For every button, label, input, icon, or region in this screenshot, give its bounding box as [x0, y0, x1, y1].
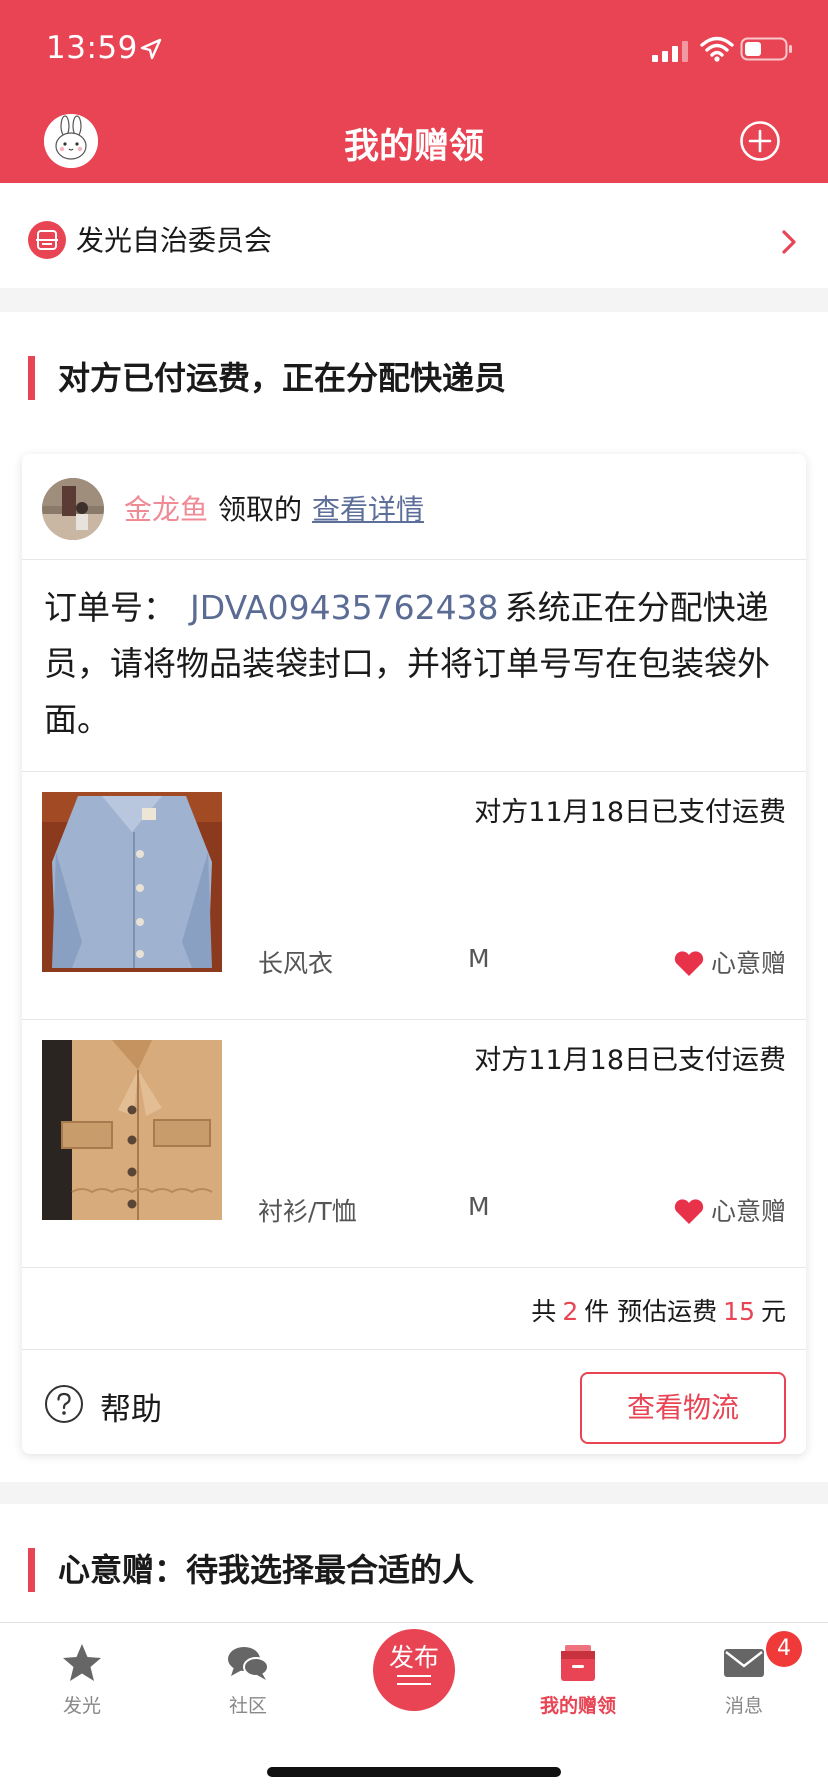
- taker-photo: [42, 478, 104, 540]
- location-arrow-icon: [140, 38, 162, 60]
- order-section: 对方已付运费，正在分配快递员 金龙鱼 领取的 查看详情 订单号： JDVA094357…: [0, 312, 828, 1482]
- coat-photo: [42, 792, 222, 972]
- add-circle-icon[interactable]: [739, 120, 781, 162]
- cellular-signal-icon: [652, 41, 688, 62]
- unread-badge: 4: [766, 1631, 802, 1667]
- heart-icon: [674, 1199, 704, 1224]
- item-size: M: [468, 1192, 490, 1221]
- item-tag: 心意赠: [673, 1192, 786, 1228]
- item-name: 衬衫/T恤: [258, 1197, 357, 1226]
- publish-icon: [397, 1675, 431, 1685]
- section-title: 心意赠：待我选择最合适的人: [58, 1551, 475, 1589]
- order-number: JDVA09435762438: [190, 588, 499, 627]
- taker-verb: 领取的: [218, 493, 303, 526]
- order-info: 订单号： JDVA09435762438 系统正在分配快递员，请将物品装袋封口，并将…: [22, 560, 806, 772]
- page-title: 我的赠领: [343, 127, 484, 167]
- tab-label: 我的赠领: [539, 1695, 616, 1717]
- item-tag: 心意赠: [673, 944, 786, 980]
- card-actions: 帮助 查看物流: [22, 1350, 806, 1454]
- item-status: 对方11月18日已支付运费: [474, 797, 786, 828]
- tab-bar: 发光 社区 发布 我的赠领 4 消息: [0, 1622, 828, 1792]
- battery-icon: [740, 37, 792, 61]
- tab-messages[interactable]: 4 消息: [684, 1631, 804, 1718]
- help-icon[interactable]: [44, 1384, 84, 1424]
- home-indicator: [267, 1767, 561, 1777]
- item-status: 对方11月18日已支付运费: [474, 1045, 786, 1076]
- tab-home[interactable]: 发光: [22, 1641, 142, 1718]
- list-item[interactable]: 对方11月18日已支付运费 长风衣 M 心意赠: [22, 772, 806, 1020]
- gift-box-icon: [561, 1645, 595, 1681]
- order-summary: 共2件 预估运费 15 元: [22, 1268, 806, 1350]
- tab-label: 发光: [62, 1695, 101, 1717]
- order-label: 订单号：: [44, 588, 176, 627]
- status-time: 13:59: [46, 30, 138, 66]
- tab-my-gifts[interactable]: 我的赠领: [518, 1641, 638, 1718]
- section-title: 对方已付运费，正在分配快递员: [58, 359, 507, 397]
- taker-line: 金龙鱼 领取的 查看详情: [124, 488, 424, 528]
- mail-icon: [724, 1649, 764, 1677]
- shirt-photo: [42, 1040, 222, 1220]
- star-icon: [63, 1644, 101, 1681]
- summary-fee-unit: 元: [760, 1297, 786, 1326]
- help-label[interactable]: 帮助: [100, 1384, 162, 1429]
- view-details-link[interactable]: 查看详情: [312, 493, 424, 526]
- app-header: 13:59 我的赠领: [0, 0, 828, 183]
- chevron-right-icon: [782, 230, 796, 254]
- item-tag-label: 心意赠: [710, 1197, 786, 1226]
- pending-section: 心意赠：待我选择最合适的人: [0, 1504, 828, 1624]
- org-name: 发光自治委员会: [76, 224, 273, 257]
- shipping-fee: 15: [723, 1297, 755, 1326]
- publish-label: 发布: [388, 1643, 439, 1672]
- order-card: 金龙鱼 领取的 查看详情 订单号： JDVA09435762438 系统正在分配快递员，…: [22, 454, 806, 1454]
- publish-button[interactable]: 发布: [373, 1629, 455, 1711]
- tab-label: 消息: [724, 1695, 763, 1717]
- org-row[interactable]: 发光自治委员会: [0, 183, 828, 288]
- heart-icon: [674, 951, 704, 976]
- wifi-icon: [700, 36, 734, 62]
- tab-community[interactable]: 社区: [188, 1641, 308, 1718]
- order-text: 订单号： JDVA09435762438 系统正在分配快递员，请将物品装袋封口，并将…: [44, 580, 794, 748]
- item-photo[interactable]: [42, 1040, 222, 1220]
- item-count: 2: [562, 1297, 579, 1326]
- summary-text: 共2件 预估运费 15 元: [531, 1292, 786, 1328]
- item-size: M: [468, 944, 490, 973]
- item-name: 长风衣: [258, 949, 334, 978]
- chat-bubble-icon: [228, 1647, 269, 1680]
- summary-count-unit: 件 预估运费: [584, 1297, 718, 1326]
- list-item[interactable]: 对方11月18日已支付运费 衬衫/T恤 M 心意赠: [22, 1020, 806, 1268]
- organization-icon: [28, 221, 66, 259]
- section-accent-bar: [28, 356, 35, 400]
- section-accent-bar: [28, 1548, 35, 1592]
- status-bar: 13:59: [0, 0, 828, 100]
- taker-name[interactable]: 金龙鱼: [124, 493, 208, 526]
- view-logistics-button[interactable]: 查看物流: [580, 1372, 786, 1444]
- item-photo[interactable]: [42, 792, 222, 972]
- taker-row: 金龙鱼 领取的 查看详情: [22, 454, 806, 560]
- tab-label: 社区: [228, 1695, 267, 1717]
- summary-prefix: 共: [531, 1297, 557, 1326]
- item-tag-label: 心意赠: [710, 949, 786, 978]
- taker-avatar[interactable]: [42, 478, 104, 540]
